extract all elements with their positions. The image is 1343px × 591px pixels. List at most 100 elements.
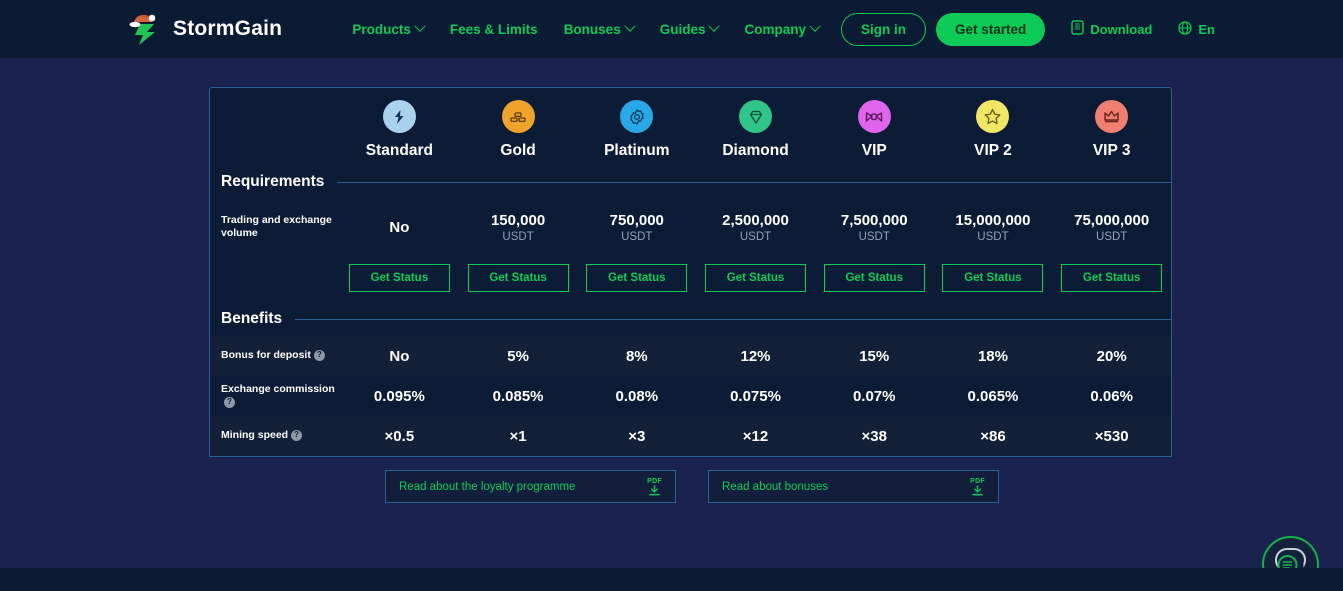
stormgain-bolt-santa-logo-icon bbox=[128, 12, 162, 46]
lightning-bolt-icon bbox=[382, 100, 416, 133]
nav-label: Company bbox=[744, 21, 806, 37]
table-row-mining-speed: Mining speed? ×0.5 ×1 ×3 ×12 ×38 ×86 ×53… bbox=[210, 416, 1171, 456]
pdf-download-icon: PDF bbox=[970, 478, 985, 496]
tier-name: Diamond bbox=[722, 142, 789, 159]
cell-commission-vip3: 0.06% bbox=[1090, 387, 1133, 405]
tier-column-platinum: Platinum bbox=[577, 100, 696, 164]
nav-label: Products bbox=[352, 21, 411, 37]
row-label-text: Mining speed bbox=[221, 429, 289, 442]
get-status-button-diamond[interactable]: Get Status bbox=[705, 264, 807, 292]
nav-item-fees-limits[interactable]: Fees & Limits bbox=[437, 22, 551, 37]
chevron-down-icon bbox=[809, 20, 821, 32]
logo[interactable]: StormGain bbox=[128, 12, 282, 46]
cell-volume-standard: No bbox=[340, 219, 459, 236]
cell-unit: USDT bbox=[739, 230, 772, 243]
cell-volume-vip: 7,500,000 USDT bbox=[815, 212, 934, 243]
get-status-button-gold[interactable]: Get Status bbox=[467, 264, 569, 292]
download-link[interactable]: Download bbox=[1071, 20, 1152, 38]
diamond-icon bbox=[739, 100, 773, 133]
tier-column-vip2: VIP 2 bbox=[934, 100, 1053, 164]
crown-icon bbox=[1095, 100, 1129, 133]
help-icon[interactable]: ? bbox=[291, 430, 303, 441]
pdf-download-icon: PDF bbox=[647, 478, 662, 496]
get-status-button-standard[interactable]: Get Status bbox=[348, 264, 450, 292]
pdf-link-label: Read about bonuses bbox=[722, 480, 829, 493]
sign-in-button[interactable]: Sign in bbox=[840, 12, 926, 46]
globe-icon bbox=[1178, 20, 1193, 38]
bowtie-icon bbox=[857, 100, 891, 133]
get-started-button[interactable]: Get started bbox=[935, 12, 1046, 46]
nav-label: Fees & Limits bbox=[449, 21, 538, 37]
cell-value: 75,000,000 bbox=[1074, 211, 1150, 229]
cell-value: No bbox=[389, 218, 410, 236]
cell-value: 2,500,000 bbox=[722, 211, 789, 229]
pdf-link-loyalty-programme[interactable]: Read about the loyalty programme PDF bbox=[385, 470, 676, 503]
benefits-section-header: Benefits bbox=[210, 301, 1171, 336]
tier-column-vip: VIP bbox=[815, 100, 934, 164]
section-divider bbox=[295, 318, 1171, 320]
nav-item-bonuses[interactable]: Bonuses bbox=[551, 20, 647, 37]
row-label-text: Bonus for deposit bbox=[221, 349, 311, 362]
tier-column-vip3: VIP 3 bbox=[1052, 100, 1171, 164]
cell-bonus-vip: 15% bbox=[859, 347, 890, 365]
cell-unit: USDT bbox=[502, 230, 534, 243]
tier-header-spacer bbox=[210, 100, 340, 164]
pdf-icon-text: PDF bbox=[970, 477, 985, 485]
cell-unit: USDT bbox=[621, 230, 653, 243]
cell-status-standard: Get Status bbox=[340, 264, 459, 292]
nav-item-company[interactable]: Company bbox=[731, 20, 832, 37]
cell-bonus-gold: 5% bbox=[507, 347, 529, 365]
help-icon[interactable]: ? bbox=[313, 350, 325, 361]
cell-volume-platinum: 750,000 USDT bbox=[577, 212, 696, 243]
table-row-exchange-commission: Exchange commission? 0.095% 0.085% 0.08%… bbox=[210, 376, 1171, 416]
tier-name: Gold bbox=[500, 142, 536, 159]
cell-mining-vip3: ×530 bbox=[1094, 427, 1129, 445]
tier-name: VIP bbox=[861, 142, 887, 159]
table-row-bonus-for-deposit: Bonus for deposit? No 5% 8% 12% 15% 18% … bbox=[210, 336, 1171, 376]
cell-status-platinum: Get Status bbox=[577, 264, 696, 292]
language-selector[interactable]: En bbox=[1178, 20, 1215, 38]
get-status-button-vip3[interactable]: Get Status bbox=[1061, 264, 1163, 292]
tier-column-standard: Standard bbox=[340, 100, 459, 164]
cell-unit: USDT bbox=[1096, 230, 1128, 243]
cell-commission-vip2: 0.065% bbox=[967, 387, 1019, 405]
mobile-phone-icon bbox=[1071, 20, 1084, 38]
cell-value: 15,000,000 bbox=[955, 211, 1031, 229]
pdf-icon-text: PDF bbox=[647, 477, 662, 485]
cell-commission-diamond: 0.075% bbox=[730, 387, 781, 405]
section-title: Benefits bbox=[221, 310, 283, 327]
row-label: Bonus for deposit? bbox=[210, 349, 340, 362]
pdf-link-bonuses[interactable]: Read about bonuses PDF bbox=[708, 470, 999, 503]
cell-commission-gold: 0.085% bbox=[492, 387, 544, 405]
nav-label: Guides bbox=[659, 21, 706, 37]
cell-commission-platinum: 0.08% bbox=[615, 387, 659, 405]
help-icon[interactable]: ? bbox=[224, 396, 235, 408]
cell-status-gold: Get Status bbox=[459, 264, 578, 292]
get-status-button-platinum[interactable]: Get Status bbox=[586, 264, 688, 292]
get-status-button-vip[interactable]: Get Status bbox=[823, 264, 925, 292]
cell-unit: USDT bbox=[858, 230, 890, 243]
nav-item-guides[interactable]: Guides bbox=[647, 20, 732, 37]
nav-label: Bonuses bbox=[563, 21, 621, 37]
main-nav: Products Fees & Limits Bonuses Guides Co… bbox=[339, 12, 1215, 46]
tier-column-diamond: Diamond bbox=[696, 100, 815, 164]
get-status-button-vip2[interactable]: Get Status bbox=[942, 264, 1044, 292]
section-divider bbox=[337, 181, 1171, 183]
cell-mining-gold: ×1 bbox=[509, 427, 527, 445]
row-label: Trading and exchange volume bbox=[221, 213, 332, 239]
cell-volume-vip3: 75,000,000 USDT bbox=[1052, 212, 1171, 243]
tier-name: Platinum bbox=[604, 142, 670, 159]
footer-strip bbox=[0, 568, 1343, 591]
cell-commission-vip: 0.07% bbox=[852, 387, 896, 405]
tier-name: VIP 2 bbox=[974, 142, 1012, 159]
chevron-down-icon bbox=[414, 20, 426, 32]
gold-bars-icon bbox=[501, 100, 535, 133]
row-label-text: Exchange commission bbox=[221, 382, 335, 395]
tier-name: VIP 3 bbox=[1092, 142, 1131, 159]
row-label: Exchange commission? bbox=[210, 383, 340, 410]
pdf-link-label: Read about the loyalty programme bbox=[399, 480, 576, 493]
nav-item-products[interactable]: Products bbox=[339, 20, 437, 37]
tier-column-gold: Gold bbox=[459, 100, 578, 164]
chevron-down-icon bbox=[708, 20, 721, 32]
tier-header-row: Standard Gold Platinum Diamond VIP VIP 2… bbox=[210, 88, 1171, 164]
